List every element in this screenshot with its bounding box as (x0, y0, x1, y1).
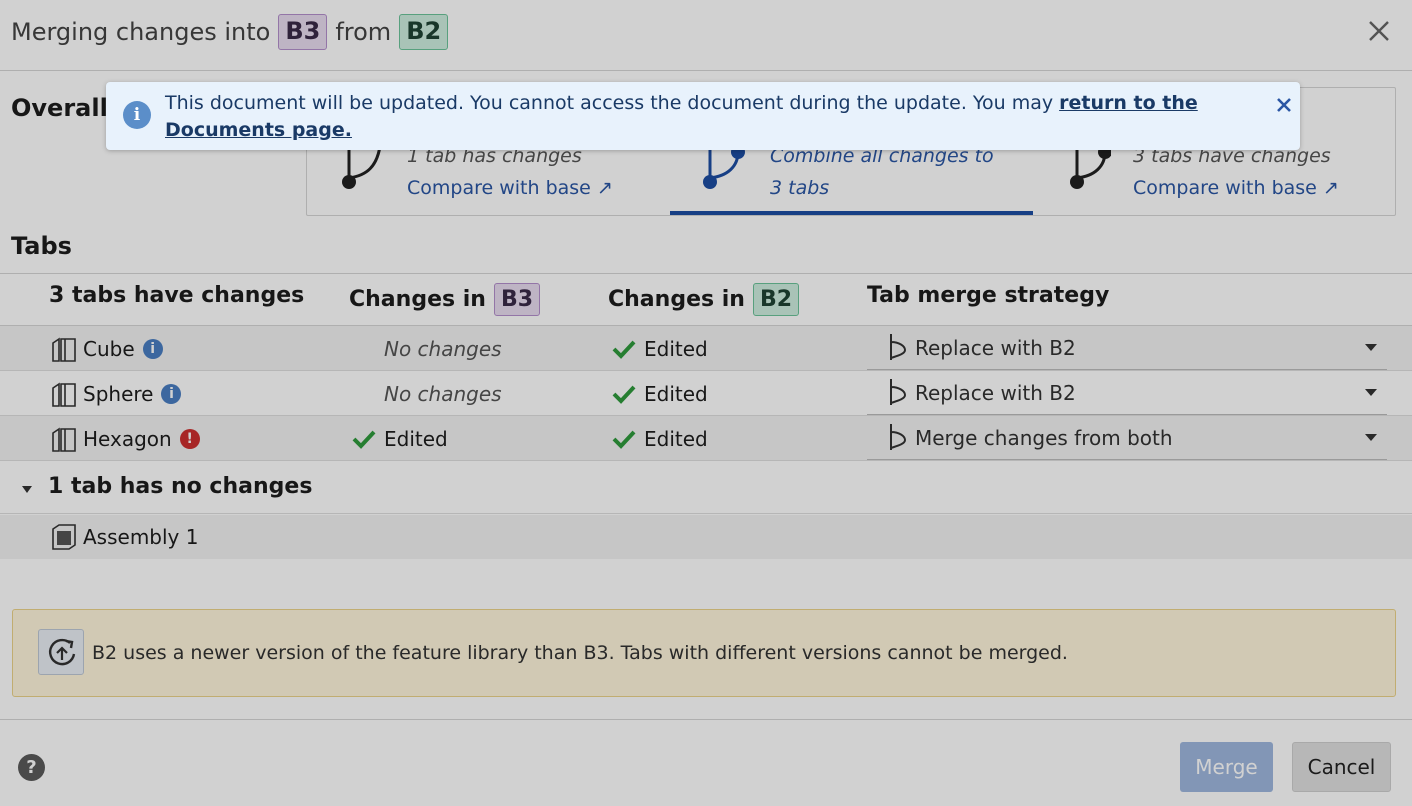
banner-message: This document will be updated. You canno… (165, 90, 1205, 144)
banner-text: This document will be updated. You canno… (165, 92, 1060, 114)
info-icon: i (123, 101, 151, 129)
update-notification-banner: i This document will be updated. You can… (106, 82, 1300, 150)
close-icon[interactable] (1274, 95, 1294, 115)
